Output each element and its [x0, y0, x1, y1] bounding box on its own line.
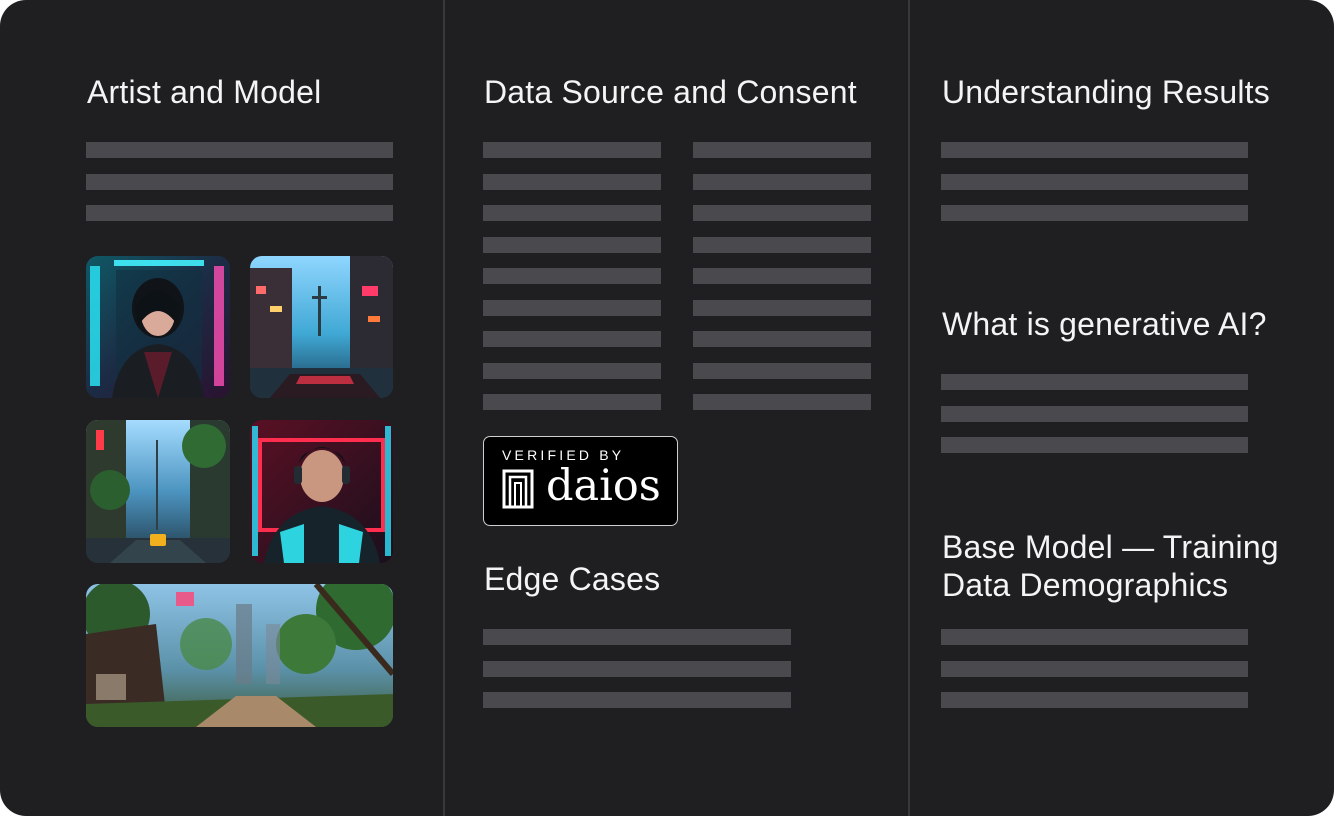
text-placeholder-bar: [483, 362, 661, 379]
text-placeholder-bar: [86, 205, 393, 221]
neon-jungle-street-image[interactable]: [86, 420, 230, 563]
understanding-results-heading: Understanding Results: [942, 74, 1270, 110]
text-placeholder-bar: [483, 299, 661, 316]
generative-ai-heading: What is generative AI?: [942, 306, 1267, 342]
text-placeholder-bar: [693, 394, 871, 410]
text-placeholder-bar: [86, 142, 393, 158]
edge-cases-heading: Edge Cases: [484, 561, 661, 597]
generative-ai-placeholder: [941, 374, 1248, 453]
text-placeholder-bar: [941, 405, 1248, 422]
column-divider: [908, 0, 910, 816]
column-divider: [443, 0, 445, 816]
text-placeholder-bar: [941, 142, 1248, 158]
text-placeholder-bar: [693, 268, 871, 284]
text-placeholder-bar: [483, 660, 791, 677]
text-placeholder-bar: [941, 692, 1248, 708]
daios-brand-text: daios: [546, 461, 661, 511]
verified-by-daios-badge[interactable]: VERIFIED BY daios: [483, 436, 678, 526]
text-placeholder-bar: [693, 331, 871, 347]
text-placeholder-bar: [483, 173, 661, 190]
data-source-placeholder-right: [693, 142, 871, 410]
text-placeholder-bar: [693, 236, 871, 253]
understanding-results-placeholder: [941, 142, 1248, 221]
text-placeholder-bar: [483, 331, 661, 347]
text-placeholder-bar: [483, 692, 791, 708]
base-model-heading-line-2: Data Demographics: [942, 567, 1229, 603]
text-placeholder-bar: [483, 394, 661, 410]
text-placeholder-bar: [483, 205, 661, 221]
text-placeholder-bar: [483, 236, 661, 253]
text-placeholder-bar: [483, 268, 661, 284]
text-placeholder-bar: [941, 437, 1248, 453]
text-placeholder-bar: [941, 374, 1248, 390]
text-placeholder-bar: [86, 173, 393, 190]
cyberpunk-woman-image[interactable]: [86, 256, 230, 398]
edge-cases-placeholder: [483, 629, 791, 708]
base-model-placeholder: [941, 629, 1248, 708]
text-placeholder-bar: [693, 173, 871, 190]
info-card: Artist and Model Data Source and Consent…: [0, 0, 1334, 816]
text-placeholder-bar: [693, 205, 871, 221]
neon-city-street-image[interactable]: [250, 256, 393, 398]
data-source-placeholder-left: [483, 142, 661, 410]
text-placeholder-bar: [483, 629, 791, 645]
text-placeholder-bar: [941, 173, 1248, 190]
text-placeholder-bar: [693, 362, 871, 379]
text-placeholder-bar: [941, 629, 1248, 645]
overgrown-village-image[interactable]: [86, 584, 393, 727]
text-placeholder-bar: [483, 142, 661, 158]
text-placeholder-bar: [941, 205, 1248, 221]
text-placeholder-bar: [693, 299, 871, 316]
artist-text-placeholder: [86, 142, 393, 221]
daios-logo-icon: [502, 469, 534, 509]
artist-and-model-heading: Artist and Model: [87, 74, 322, 110]
text-placeholder-bar: [693, 142, 871, 158]
cyberpunk-man-image[interactable]: [250, 420, 393, 563]
text-placeholder-bar: [941, 660, 1248, 677]
base-model-heading-line-1: Base Model — Training: [942, 529, 1279, 565]
data-source-heading: Data Source and Consent: [484, 74, 857, 110]
